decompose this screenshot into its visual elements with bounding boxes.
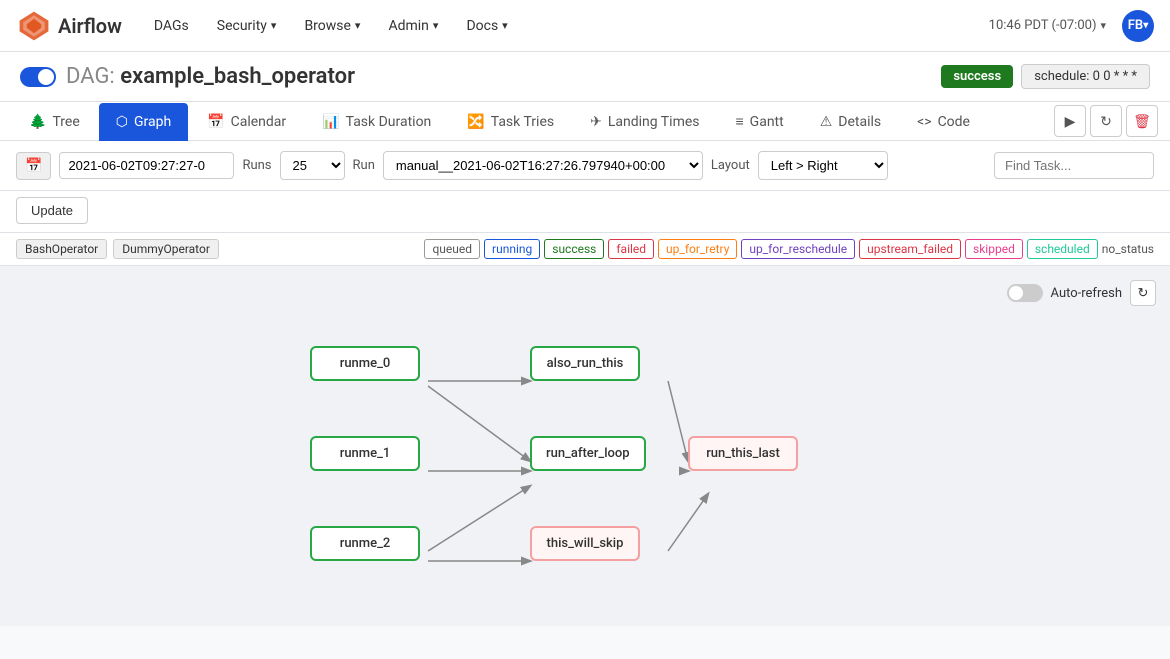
status-queued[interactable]: queued: [424, 239, 480, 259]
airflow-icon: [16, 8, 52, 44]
user-avatar[interactable]: FB ▾: [1122, 10, 1154, 42]
run-select[interactable]: manual__2021-06-02T16:27:26.797940+00:00: [383, 151, 703, 180]
nav-security[interactable]: Security ▾: [205, 10, 289, 42]
node-runme-0[interactable]: runme_0: [310, 346, 420, 381]
status-badge: success: [941, 65, 1013, 88]
tab-task-duration[interactable]: 📊 Task Duration: [305, 103, 448, 141]
nav-admin[interactable]: Admin ▾: [376, 10, 450, 42]
operator-dummy[interactable]: DummyOperator: [113, 239, 219, 259]
operator-tags: BashOperator DummyOperator: [16, 239, 219, 259]
chevron-down-icon: ▾: [271, 19, 277, 32]
status-upstream-failed[interactable]: upstream_failed: [859, 239, 961, 259]
nav-browse[interactable]: Browse ▾: [292, 10, 372, 42]
node-runme-1[interactable]: runme_1: [310, 436, 420, 471]
controls-bar: 📅 Runs 25 Run manual__2021-06-02T16:27:2…: [0, 141, 1170, 191]
status-tags: queued running success failed up_for_ret…: [424, 239, 1154, 259]
nav-docs[interactable]: Docs ▾: [454, 10, 519, 42]
tab-calendar[interactable]: 📅 Calendar: [190, 103, 303, 141]
status-up-for-retry[interactable]: up_for_retry: [658, 239, 737, 259]
page-header: DAG: example_bash_operator success sched…: [0, 52, 1170, 102]
find-task-input[interactable]: [994, 152, 1154, 179]
delete-button[interactable]: 🗑: [1126, 105, 1158, 137]
chevron-down-icon: ▾: [1100, 19, 1106, 32]
node-run-after-loop[interactable]: run_after_loop: [530, 436, 646, 471]
schedule-badge: schedule: 0 0 * * *: [1021, 64, 1150, 89]
chevron-down-icon: ▾: [433, 19, 439, 32]
status-scheduled[interactable]: scheduled: [1027, 239, 1098, 259]
tab-details[interactable]: ⚠ Details: [803, 103, 898, 141]
layout-label: Layout: [711, 158, 750, 173]
chevron-down-icon: ▾: [502, 19, 508, 32]
details-icon: ⚠: [820, 114, 833, 130]
dag-graph: runme_0 also_run_this runme_1 run_after_…: [20, 286, 1150, 606]
graph-area: Auto-refresh ↻: [0, 266, 1170, 626]
navbar: Airflow DAGs Security ▾ Browse ▾ Admin ▾…: [0, 0, 1170, 52]
datetime-input[interactable]: [59, 152, 234, 179]
task-duration-icon: 📊: [322, 114, 339, 130]
brand-name: Airflow: [58, 14, 122, 38]
header-badges: success schedule: 0 0 * * *: [941, 64, 1150, 89]
status-up-for-reschedule[interactable]: up_for_reschedule: [741, 239, 855, 259]
update-button[interactable]: Update: [16, 197, 88, 224]
status-skipped[interactable]: skipped: [965, 239, 1023, 259]
date-picker-icon[interactable]: 📅: [16, 152, 51, 180]
tab-graph[interactable]: ⬡ Graph: [99, 103, 188, 141]
tab-tree[interactable]: 🌲 Tree: [12, 103, 97, 141]
graph-icon: ⬡: [116, 114, 128, 130]
node-runme-2[interactable]: runme_2: [310, 526, 420, 561]
nav-dags[interactable]: DAGs: [142, 10, 201, 42]
status-success[interactable]: success: [544, 239, 604, 259]
code-icon: <>: [917, 114, 931, 130]
node-run-this-last[interactable]: run_this_last: [688, 436, 798, 471]
status-running[interactable]: running: [484, 239, 540, 259]
refresh-button[interactable]: ↻: [1090, 105, 1122, 137]
runs-label: Runs: [242, 158, 271, 173]
gantt-icon: ≡: [736, 113, 744, 130]
layout-select[interactable]: Left > Right Top > Bottom: [758, 151, 888, 180]
tab-actions: ▶ ↻ 🗑: [1054, 105, 1158, 137]
tabs-bar: 🌲 Tree ⬡ Graph 📅 Calendar 📊 Task Duratio…: [0, 102, 1170, 141]
landing-times-icon: ✈: [590, 114, 602, 130]
legend-bar: BashOperator DummyOperator queued runnin…: [0, 233, 1170, 266]
tab-landing-times[interactable]: ✈ Landing Times: [573, 103, 716, 141]
status-no-status[interactable]: no_status: [1102, 242, 1154, 256]
page-title: DAG: example_bash_operator: [66, 64, 355, 89]
runs-select[interactable]: 25: [280, 151, 345, 180]
status-failed[interactable]: failed: [608, 239, 654, 259]
update-bar: Update: [0, 191, 1170, 233]
tree-icon: 🌲: [29, 114, 46, 130]
play-button[interactable]: ▶: [1054, 105, 1086, 137]
node-this-will-skip[interactable]: this_will_skip: [530, 526, 640, 561]
chevron-down-icon: ▾: [355, 19, 361, 32]
task-tries-icon: 🔀: [467, 114, 484, 130]
node-also-run-this[interactable]: also_run_this: [530, 346, 640, 381]
tab-code[interactable]: <> Code: [900, 103, 987, 141]
nav-time[interactable]: 10:46 PDT (-07:00) ▾: [989, 18, 1106, 33]
dag-toggle[interactable]: [20, 67, 56, 87]
operator-bash[interactable]: BashOperator: [16, 239, 107, 259]
tab-gantt[interactable]: ≡ Gantt: [719, 102, 801, 141]
calendar-icon: 📅: [207, 114, 224, 130]
tab-task-tries[interactable]: 🔀 Task Tries: [450, 103, 571, 141]
chevron-down-icon: ▾: [1143, 20, 1148, 31]
brand-logo[interactable]: Airflow: [16, 8, 122, 44]
run-label: Run: [353, 158, 375, 173]
